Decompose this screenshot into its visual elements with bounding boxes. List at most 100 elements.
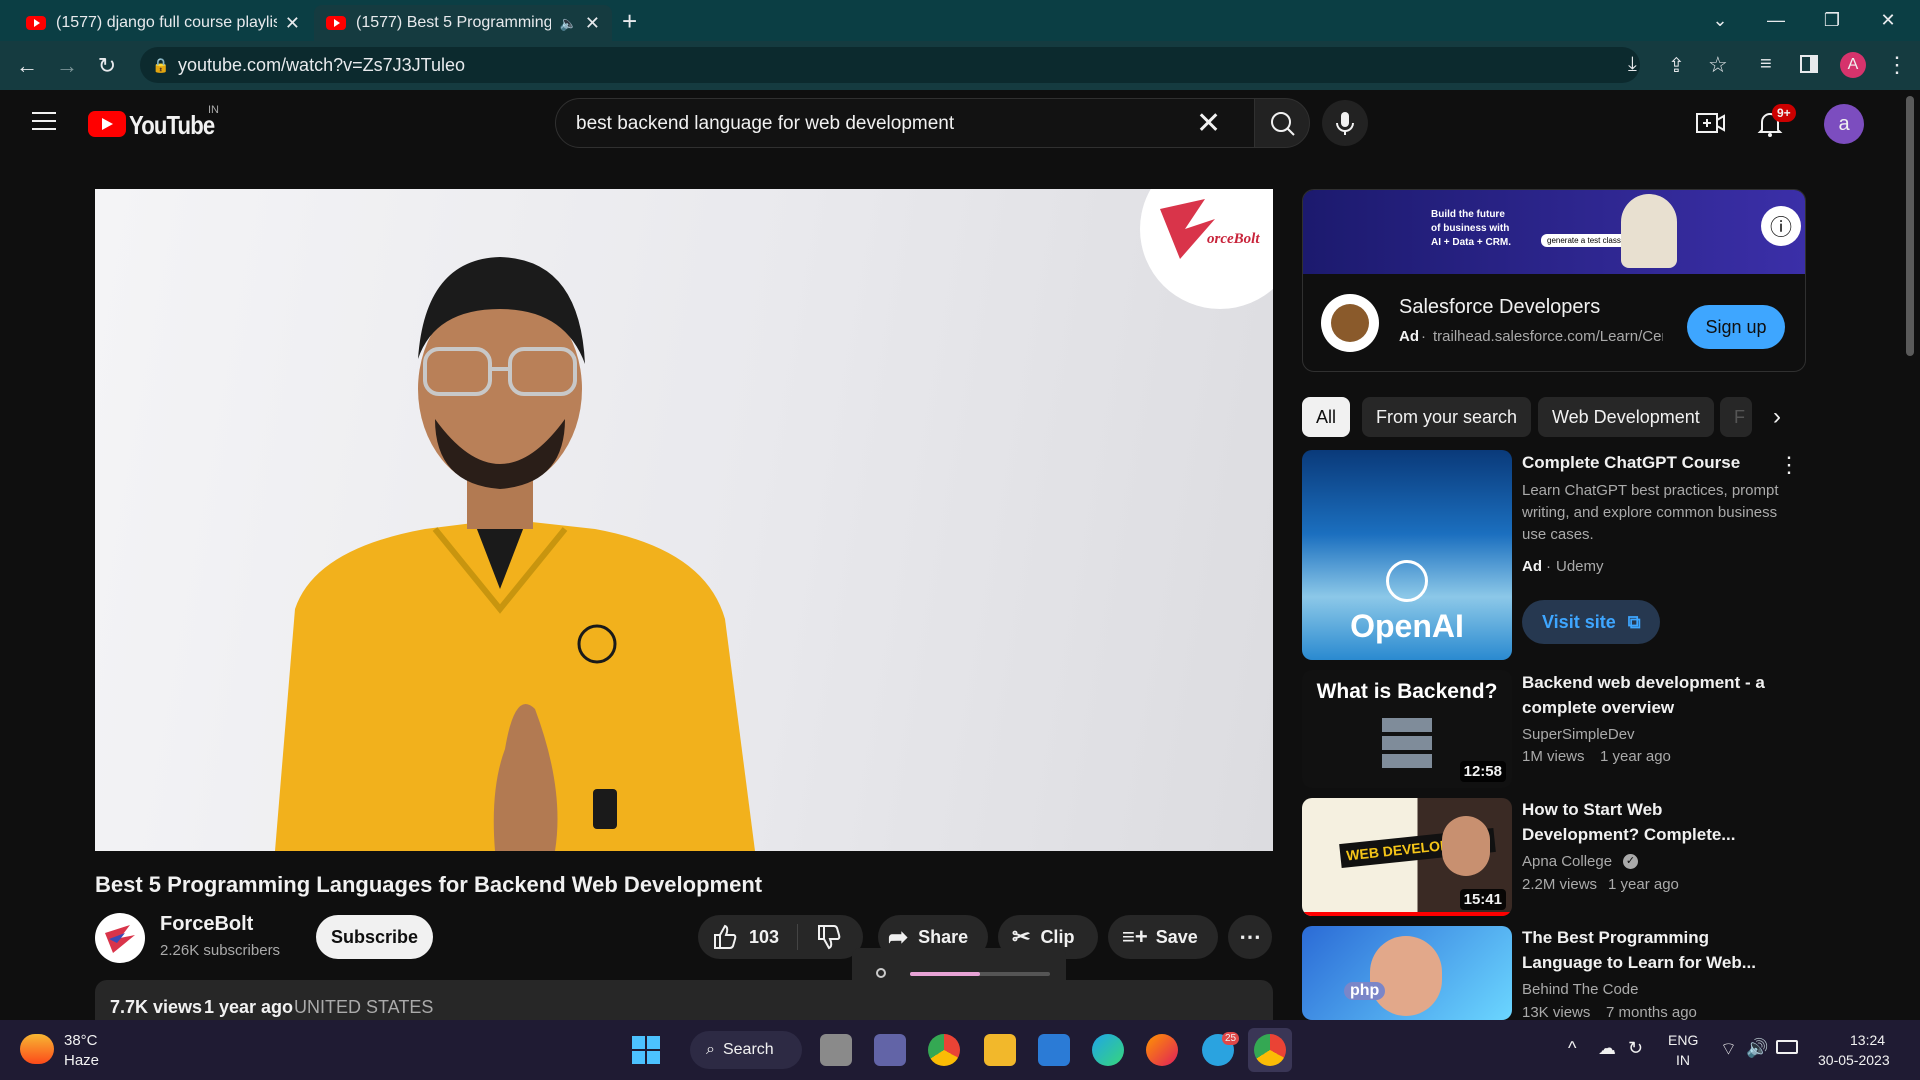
firefox-icon[interactable]	[1146, 1034, 1178, 1066]
language-code[interactable]: ENG	[1668, 1032, 1698, 1048]
channel-name[interactable]: ForceBolt	[160, 913, 253, 936]
speaker-icon[interactable]: 🔈	[559, 15, 576, 32]
hamburger-menu-icon[interactable]	[32, 112, 56, 130]
related-channel[interactable]: SuperSimpleDev	[1522, 726, 1635, 743]
sidebar-ad-title[interactable]: Complete ChatGPT Course	[1522, 450, 1772, 475]
close-tab-icon[interactable]: ✕	[585, 13, 600, 34]
visit-site-button[interactable]: Visit site ⧉	[1522, 600, 1660, 644]
reload-icon[interactable]: ↻	[92, 53, 122, 79]
related-title[interactable]: How to Start Web Development? Complete..…	[1522, 797, 1772, 847]
language-region[interactable]: IN	[1676, 1052, 1690, 1068]
close-window-icon[interactable]: ✕	[1860, 0, 1916, 41]
browser-tab-active[interactable]: (1577) Best 5 Programming L 🔈 ✕	[314, 5, 612, 41]
related-channel[interactable]: Behind The Code	[1522, 981, 1638, 998]
weather-condition[interactable]: Haze	[64, 1052, 99, 1069]
chip-all[interactable]: All	[1302, 397, 1351, 437]
scrollbar-thumb[interactable]	[1906, 96, 1914, 356]
more-options-icon[interactable]: ⋮	[1778, 452, 1800, 478]
save-label: Save	[1155, 926, 1198, 947]
sidebar-ad-thumbnail[interactable]: OpenAI	[1302, 450, 1512, 660]
video-frame-presenter	[275, 189, 1273, 851]
ad-info-icon[interactable]: ⓘ	[1761, 206, 1801, 246]
advertiser-name[interactable]: Salesforce Developers	[1399, 296, 1600, 319]
reading-list-icon[interactable]: ≡	[1760, 53, 1772, 76]
back-icon[interactable]: ←	[12, 53, 42, 79]
ad-url[interactable]: trailhead.salesforce.com/Learn/Cer	[1433, 328, 1663, 345]
channel-avatar[interactable]	[95, 913, 145, 963]
chevron-right-icon[interactable]: ›	[1752, 397, 1802, 437]
clock-time[interactable]: 13:24	[1850, 1032, 1885, 1048]
video-player[interactable]: orceBolt	[95, 189, 1273, 851]
ad-companion-card[interactable]: Build the future of business with AI + D…	[1302, 189, 1806, 372]
scissors-icon: ✂	[1012, 924, 1031, 949]
new-tab-icon[interactable]: +	[622, 6, 637, 37]
battery-icon[interactable]	[1776, 1040, 1798, 1054]
save-button[interactable]: ≡+ Save	[1108, 915, 1218, 959]
youtube-logo[interactable]	[88, 111, 126, 137]
advertiser-avatar[interactable]	[1321, 294, 1379, 352]
install-icon[interactable]: ⤓	[1628, 53, 1637, 76]
create-video-icon[interactable]	[1696, 110, 1726, 141]
page-scrollbar[interactable]	[1904, 92, 1916, 1020]
related-channel[interactable]: Apna College	[1522, 853, 1612, 870]
like-button[interactable]	[712, 924, 738, 955]
lock-icon[interactable]: 🔒	[152, 57, 169, 74]
search-icon	[1271, 112, 1295, 136]
chrome-menu-icon[interactable]: ⋮	[1886, 52, 1908, 78]
dislike-button[interactable]	[816, 924, 842, 955]
like-count[interactable]: 103	[749, 927, 779, 948]
task-view-icon[interactable]	[820, 1034, 852, 1066]
bookmark-star-icon[interactable]: ☆	[1708, 52, 1728, 78]
related-thumbnail[interactable]: What is Backend? 12:58	[1302, 670, 1512, 788]
youtube-logo-text[interactable]: YouTube	[129, 110, 215, 141]
teams-icon[interactable]	[874, 1034, 906, 1066]
taskbar-search[interactable]: ⌕ Search	[690, 1031, 802, 1069]
onedrive-icon[interactable]: ☁	[1598, 1038, 1616, 1059]
weather-icon[interactable]	[20, 1034, 54, 1064]
forward-icon[interactable]: →	[52, 53, 82, 79]
more-actions-button[interactable]: ⋯	[1228, 915, 1272, 959]
edge-icon[interactable]	[1092, 1034, 1124, 1066]
brightness-slider[interactable]	[910, 972, 1050, 976]
profile-avatar[interactable]: A	[1840, 52, 1866, 78]
clear-search-icon[interactable]: ✕	[1196, 106, 1221, 141]
youtube-favicon-icon	[26, 16, 46, 30]
related-title[interactable]: The Best Programming Language to Learn f…	[1522, 925, 1772, 975]
restore-icon[interactable]: ❐	[1804, 0, 1860, 41]
related-thumbnail[interactable]: WEB DEVELOPMENT 15:41	[1302, 798, 1512, 916]
weather-temp[interactable]: 38°C	[64, 1032, 98, 1049]
search-button[interactable]	[1254, 98, 1310, 148]
related-age: 1 year ago	[1600, 748, 1671, 765]
chip-from-your-search[interactable]: From your search	[1362, 397, 1532, 437]
minimize-icon[interactable]: —	[1748, 0, 1804, 41]
account-avatar[interactable]: a	[1824, 104, 1864, 144]
microsoft-store-icon[interactable]	[1038, 1034, 1070, 1066]
chrome-icon[interactable]	[928, 1034, 960, 1066]
sync-icon[interactable]: ↻	[1628, 1038, 1643, 1059]
related-thumbnail[interactable]: php	[1302, 926, 1512, 1020]
subscribe-button[interactable]: Subscribe	[316, 915, 433, 959]
browser-tab[interactable]: (1577) django full course playlist ✕	[14, 5, 312, 41]
close-tab-icon[interactable]: ✕	[285, 13, 300, 34]
signup-button[interactable]: Sign up	[1687, 305, 1785, 349]
show-hidden-icons-icon[interactable]: ^	[1568, 1038, 1576, 1059]
chip-web-development[interactable]: Web Development	[1538, 397, 1714, 437]
side-panel-icon[interactable]	[1800, 55, 1818, 73]
file-explorer-icon[interactable]	[984, 1034, 1016, 1066]
ad-banner-image[interactable]: Build the future of business with AI + D…	[1303, 190, 1805, 274]
wifi-icon[interactable]: ⌔	[1720, 1038, 1737, 1061]
tab-search-icon[interactable]: ⌄	[1692, 0, 1748, 41]
chip-next[interactable]: F	[1720, 397, 1752, 437]
search-query-text[interactable]: best backend language for web developmen…	[576, 113, 954, 135]
clock-date[interactable]: 30-05-2023	[1818, 1052, 1890, 1068]
share-page-icon[interactable]: ⇪	[1668, 53, 1685, 78]
url-text[interactable]: youtube.com/watch?v=Zs7J3JTuleo	[178, 55, 465, 76]
sidebar-ad-advertiser[interactable]: Udemy	[1556, 558, 1604, 575]
chrome-profile-icon[interactable]	[1254, 1034, 1286, 1066]
video-tag[interactable]: UNITED STATES	[294, 997, 433, 1018]
view-count: 7.7K views	[110, 997, 203, 1017]
voice-search-button[interactable]	[1322, 100, 1368, 146]
volume-icon[interactable]: 🔊	[1746, 1038, 1768, 1059]
related-title[interactable]: Backend web development - a complete ove…	[1522, 670, 1772, 720]
windows-start-icon[interactable]	[632, 1036, 660, 1064]
